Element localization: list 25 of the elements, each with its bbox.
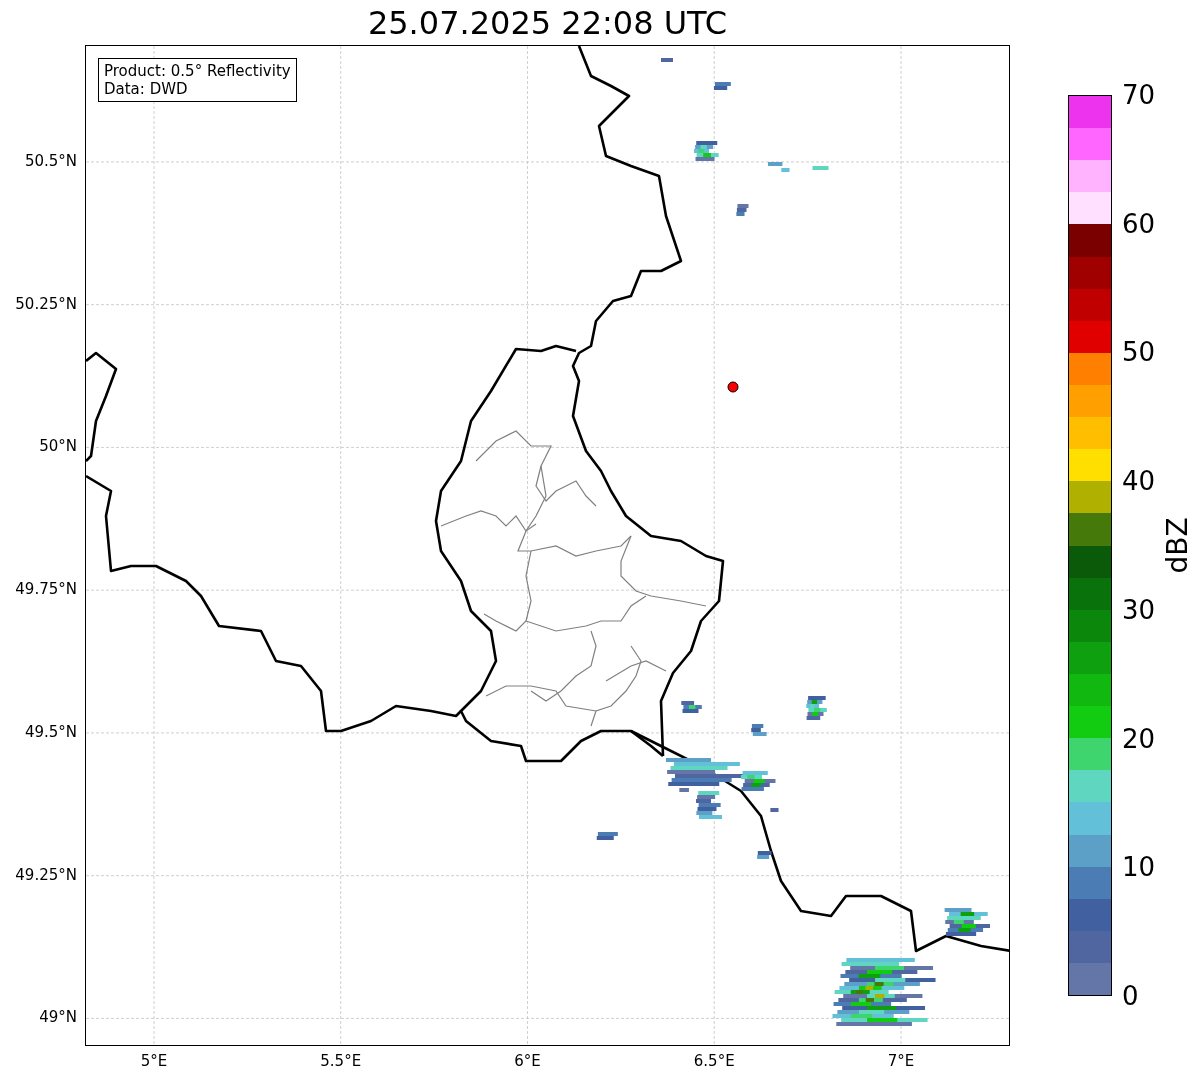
latitude-label: 49°N (39, 1008, 77, 1027)
scale-tick-label: 0 (1122, 981, 1139, 1011)
longitude-label: 7°E (887, 1052, 915, 1070)
latitude-label: 49.25°N (15, 865, 77, 884)
scale-tick-label: 50 (1122, 337, 1156, 368)
latitude-label: 49.75°N (15, 580, 77, 599)
longitude-label: 5.5°E (320, 1052, 362, 1070)
scale-tick-label: 40 (1122, 466, 1156, 497)
chart-title: 25.07.2025 22:08 UTC (367, 3, 728, 42)
scale-tick-label: 30 (1122, 594, 1156, 625)
latitude-label: 50°N (39, 437, 77, 456)
latitude-label: 50.5°N (24, 151, 77, 170)
scale-tick-label: 70 (1122, 80, 1156, 110)
scale-tick-label: 20 (1122, 723, 1156, 754)
scale-tick-label: 60 (1122, 208, 1156, 239)
scale-tick-label: 10 (1122, 852, 1156, 883)
longitude-label: 6°E (514, 1052, 541, 1070)
latitude-label: 49.5°N (24, 722, 77, 741)
latitude-label: 50.25°N (15, 294, 77, 313)
legend-text: Product: 0.5° Reflectivity (104, 62, 291, 80)
legend-text: Data: DWD (104, 80, 189, 98)
radar-site-marker (727, 381, 739, 393)
longitude-label: 6.5°E (693, 1052, 735, 1070)
scale-unit-label: dBZ (1160, 517, 1194, 574)
longitude-label: 5°E (140, 1052, 168, 1070)
